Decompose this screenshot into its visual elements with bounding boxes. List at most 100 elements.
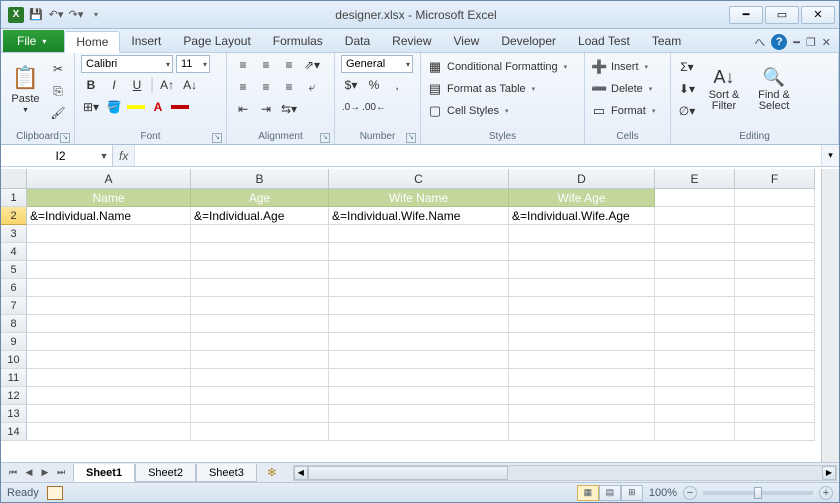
cell[interactable]: [191, 279, 329, 297]
column-header-F[interactable]: F: [735, 169, 815, 189]
qat-customize-icon[interactable]: ▾: [87, 6, 105, 24]
cell[interactable]: [329, 333, 509, 351]
minimize-button[interactable]: ━: [729, 6, 763, 24]
cell[interactable]: [735, 333, 815, 351]
save-icon[interactable]: 💾: [27, 6, 45, 24]
scroll-left-icon[interactable]: ◀: [294, 466, 308, 480]
cell[interactable]: [191, 297, 329, 315]
row-header-14[interactable]: 14: [1, 423, 27, 441]
cell[interactable]: [191, 261, 329, 279]
align-middle-icon[interactable]: ≡: [256, 55, 276, 75]
underline-button[interactable]: U: [127, 75, 147, 95]
cut-icon[interactable]: ✂: [48, 59, 68, 79]
number-dialog-launcher[interactable]: ↘: [406, 133, 416, 143]
horizontal-scrollbar[interactable]: ◀ ▶: [293, 465, 837, 481]
minimize-ribbon-icon[interactable]: へ: [754, 34, 765, 50]
find-select-button[interactable]: 🔍 Find & Select: [751, 55, 797, 123]
bold-button[interactable]: B: [81, 75, 101, 95]
cell[interactable]: [509, 387, 655, 405]
zoom-slider[interactable]: [703, 491, 813, 495]
row-header-4[interactable]: 4: [1, 243, 27, 261]
cell[interactable]: [27, 405, 191, 423]
align-right-icon[interactable]: ≡: [279, 77, 299, 97]
cell[interactable]: [735, 261, 815, 279]
align-bottom-icon[interactable]: ≡: [279, 55, 299, 75]
row-header-10[interactable]: 10: [1, 351, 27, 369]
cell[interactable]: [27, 297, 191, 315]
percent-format-icon[interactable]: %: [364, 75, 384, 95]
insert-cells-button[interactable]: ➕Insert: [591, 57, 655, 77]
cell[interactable]: [191, 315, 329, 333]
cell[interactable]: [329, 297, 509, 315]
cell[interactable]: &=Individual.Age: [191, 207, 329, 225]
number-format-combo[interactable]: General: [341, 55, 413, 73]
comma-format-icon[interactable]: ,: [387, 75, 407, 95]
vertical-scrollbar[interactable]: [821, 169, 839, 462]
cell[interactable]: [329, 405, 509, 423]
row-header-3[interactable]: 3: [1, 225, 27, 243]
autosum-icon[interactable]: Σ▾: [677, 57, 697, 77]
cell[interactable]: [509, 333, 655, 351]
cell[interactable]: [509, 369, 655, 387]
align-left-icon[interactable]: ≡: [233, 77, 253, 97]
align-top-icon[interactable]: ≡: [233, 55, 253, 75]
column-header-C[interactable]: C: [329, 169, 509, 189]
formula-input[interactable]: [134, 145, 821, 166]
zoom-level[interactable]: 100%: [649, 487, 677, 499]
row-header-8[interactable]: 8: [1, 315, 27, 333]
column-header-E[interactable]: E: [655, 169, 735, 189]
workbook-restore-icon[interactable]: ❐: [806, 36, 816, 49]
cell[interactable]: [655, 405, 735, 423]
cell[interactable]: Wife Name: [329, 189, 509, 207]
last-sheet-icon[interactable]: ⏭: [53, 465, 69, 481]
cell[interactable]: [509, 405, 655, 423]
row-header-1[interactable]: 1: [1, 189, 27, 207]
tab-data[interactable]: Data: [334, 30, 381, 52]
wrap-text-icon[interactable]: ⤶: [302, 77, 322, 97]
font-color-icon[interactable]: A: [148, 97, 168, 117]
fx-icon[interactable]: fx: [119, 149, 128, 163]
format-painter-icon[interactable]: 🖌: [48, 103, 68, 123]
delete-cells-button[interactable]: ➖Delete: [591, 79, 655, 99]
align-center-icon[interactable]: ≡: [256, 77, 276, 97]
orientation-icon[interactable]: ⇗▾: [302, 55, 322, 75]
cell[interactable]: Name: [27, 189, 191, 207]
cell[interactable]: [27, 261, 191, 279]
cell[interactable]: [191, 405, 329, 423]
cell[interactable]: [329, 243, 509, 261]
cell[interactable]: [191, 423, 329, 441]
cell[interactable]: [329, 423, 509, 441]
cell[interactable]: [27, 351, 191, 369]
tab-page-layout[interactable]: Page Layout: [172, 30, 261, 52]
fill-icon[interactable]: ⬇▾: [677, 79, 697, 99]
tab-load-test[interactable]: Load Test: [567, 30, 641, 52]
cell[interactable]: [655, 225, 735, 243]
accounting-format-icon[interactable]: $▾: [341, 75, 361, 95]
cell[interactable]: [735, 189, 815, 207]
cell[interactable]: [655, 279, 735, 297]
cell[interactable]: [735, 297, 815, 315]
cell[interactable]: [655, 297, 735, 315]
merge-center-icon[interactable]: ⇆▾: [279, 99, 299, 119]
cell[interactable]: Wife Age: [509, 189, 655, 207]
prev-sheet-icon[interactable]: ◀: [21, 465, 37, 481]
expand-formula-bar-icon[interactable]: ▾: [821, 145, 839, 166]
row-header-11[interactable]: 11: [1, 369, 27, 387]
cell[interactable]: [27, 423, 191, 441]
cell[interactable]: [27, 333, 191, 351]
cell[interactable]: [329, 279, 509, 297]
cell[interactable]: [655, 243, 735, 261]
zoom-out-icon[interactable]: −: [683, 486, 697, 500]
name-box[interactable]: I2 ▼: [1, 145, 113, 166]
cell[interactable]: [735, 243, 815, 261]
cell[interactable]: [509, 423, 655, 441]
cell[interactable]: [191, 387, 329, 405]
borders-icon[interactable]: ⊞▾: [81, 97, 101, 117]
cell[interactable]: [655, 261, 735, 279]
font-name-combo[interactable]: Calibri: [81, 55, 173, 73]
cell[interactable]: [655, 351, 735, 369]
cell[interactable]: [735, 279, 815, 297]
page-layout-view-icon[interactable]: ▤: [599, 485, 621, 501]
column-header-D[interactable]: D: [509, 169, 655, 189]
sheet-tab-3[interactable]: Sheet3: [196, 464, 257, 482]
